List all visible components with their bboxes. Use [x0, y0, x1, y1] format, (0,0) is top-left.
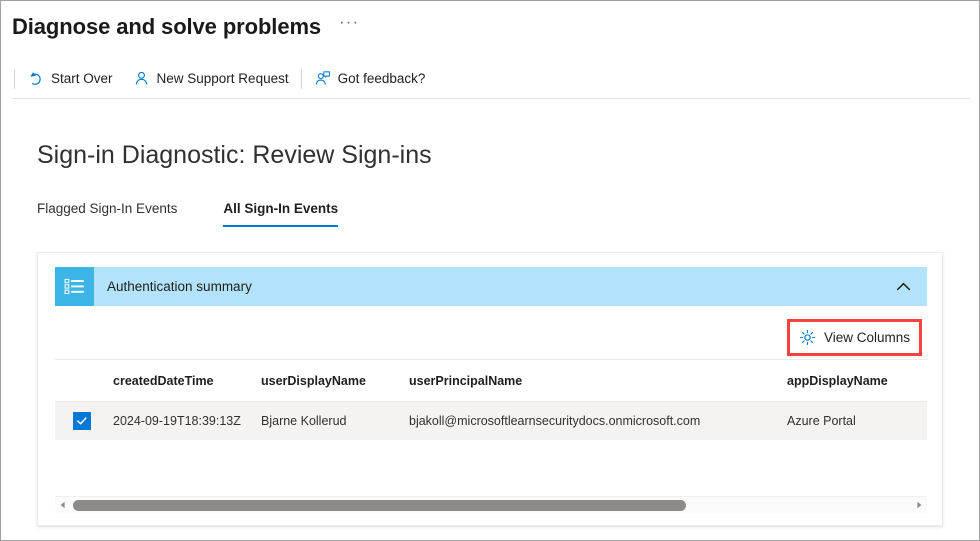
cell-createddatetime: 2024-09-19T18:39:13Z	[113, 414, 241, 428]
start-over-button[interactable]: Start Over	[17, 64, 123, 94]
cell-appdisplayname: Azure Portal	[787, 414, 856, 428]
horizontal-scrollbar[interactable]	[55, 496, 927, 513]
sign-ins-table: createdDateTime userDisplayName userPrin…	[55, 359, 927, 493]
view-columns-label: View Columns	[823, 330, 911, 345]
new-support-request-button[interactable]: New Support Request	[123, 64, 299, 94]
scrollbar-thumb[interactable]	[73, 499, 686, 511]
gear-icon	[799, 329, 816, 346]
tab-list: Flagged Sign-In Events All Sign-In Event…	[37, 201, 346, 227]
got-feedback-button[interactable]: Got feedback?	[304, 64, 436, 94]
column-header-appdisplayname[interactable]: appDisplayName	[787, 374, 927, 388]
view-columns-highlight: View Columns	[787, 319, 922, 356]
column-header-createddatetime[interactable]: createdDateTime	[113, 374, 261, 388]
command-separator-1	[14, 68, 15, 89]
feedback-person-icon	[314, 70, 331, 87]
results-card: Authentication summary View Columns crea…	[37, 252, 943, 526]
screenshot-root: Diagnose and solve problems ··· Start Ov…	[0, 0, 980, 541]
got-feedback-label: Got feedback?	[337, 71, 426, 86]
row-checkbox[interactable]	[73, 412, 91, 430]
triangle-left-icon[interactable]	[55, 497, 71, 514]
content-area: Sign-in Diagnostic: Review Sign-ins Flag…	[1, 100, 979, 540]
authentication-summary-bar[interactable]: Authentication summary	[55, 267, 927, 306]
page-title-header: Diagnose and solve problems	[12, 14, 322, 39]
command-separator-2	[300, 68, 302, 89]
restart-icon	[27, 70, 44, 87]
new-support-request-label: New Support Request	[156, 71, 289, 86]
row-select-cell	[55, 412, 113, 430]
cell-userdisplayname: Bjarne Kollerud	[261, 414, 347, 428]
table-toolbar: View Columns	[55, 314, 927, 358]
list-summary-icon	[55, 267, 94, 306]
command-bar: Start Over New Support Request Got feedb…	[12, 59, 970, 99]
column-header-userdisplayname[interactable]: userDisplayName	[261, 374, 409, 388]
start-over-label: Start Over	[51, 71, 113, 86]
authentication-summary-label: Authentication summary	[107, 279, 252, 294]
tab-all-sign-in-events[interactable]: All Sign-In Events	[223, 201, 346, 227]
table-row[interactable]: 2024-09-19T18:39:13Z Bjarne Kollerud bja…	[55, 402, 927, 440]
cell-userprincipalname: bjakoll@microsoftlearnsecuritydocs.onmic…	[409, 414, 701, 428]
page-title: Sign-in Diagnostic: Review Sign-ins	[37, 141, 432, 169]
table-header-row: createdDateTime userDisplayName userPrin…	[55, 360, 927, 402]
view-columns-button[interactable]: View Columns	[790, 322, 919, 353]
blade-header: Diagnose and solve problems ···	[1, 1, 979, 53]
person-add-icon	[133, 70, 150, 87]
tab-flagged-sign-in-events[interactable]: Flagged Sign-In Events	[37, 201, 195, 227]
chevron-up-icon[interactable]	[893, 277, 913, 297]
triangle-right-icon[interactable]	[911, 497, 927, 514]
scrollbar-track[interactable]	[71, 497, 911, 514]
more-options-icon[interactable]: ···	[339, 14, 359, 35]
column-header-userprincipalname[interactable]: userPrincipalName	[409, 374, 787, 388]
